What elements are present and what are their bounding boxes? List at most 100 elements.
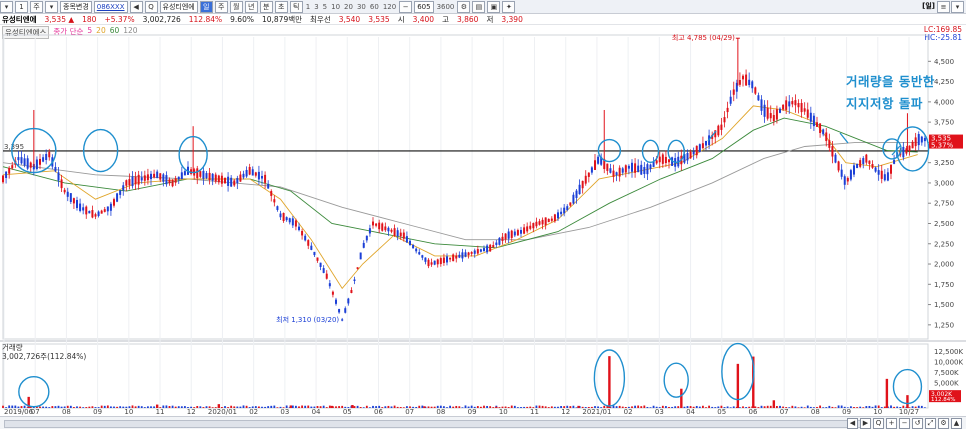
volume-bar-base xyxy=(538,405,541,408)
volume-bar-base xyxy=(362,407,365,408)
candle-body xyxy=(174,178,177,183)
x-tick-label: 03 xyxy=(280,408,289,416)
candle-body xyxy=(637,165,640,173)
candle-body xyxy=(29,162,32,168)
volume-bar-base xyxy=(119,406,122,408)
fit-icon[interactable]: ⤢ xyxy=(925,418,936,429)
candle-body xyxy=(285,217,288,221)
annotation-line-1: 거래량을 동반한 xyxy=(846,74,935,89)
volume-bar-base xyxy=(421,405,424,408)
volume-bar-base xyxy=(63,406,66,408)
candle-body xyxy=(658,156,661,163)
candle-body xyxy=(538,221,541,225)
candle-body xyxy=(831,146,834,157)
volume-bar-base xyxy=(486,405,488,408)
volume-bar-base xyxy=(23,405,26,408)
annotation-circle xyxy=(18,376,50,408)
volume-bar-base xyxy=(14,405,17,408)
volume-bar-base xyxy=(624,406,627,408)
volume-bar-base xyxy=(177,406,180,408)
candle-body xyxy=(782,104,785,110)
volume-bar-base xyxy=(264,406,266,408)
volume-bar-base xyxy=(464,405,467,408)
candle-body xyxy=(23,158,26,166)
volume-bar-base xyxy=(615,406,618,408)
candle-body xyxy=(20,157,23,164)
candle-body xyxy=(211,173,214,181)
volume-bar-base xyxy=(54,406,57,408)
x-tick-label: 12 xyxy=(187,408,196,416)
volume-bar-base xyxy=(103,405,106,408)
volume-bar-base xyxy=(39,406,41,408)
volume-bar-base xyxy=(436,405,439,408)
volume-bar-base xyxy=(828,405,831,408)
volume-bar-base xyxy=(193,407,196,408)
candle-body xyxy=(834,154,837,163)
scroll-left-icon[interactable]: ◀ xyxy=(847,418,858,429)
volume-bar-base xyxy=(686,406,689,408)
volume-bar-base xyxy=(914,406,917,408)
price-chart[interactable]: 1,250 1,500 1,750 2,000 2,250 2,500 2,750 3,000… xyxy=(0,0,966,416)
zoom-out-icon[interactable]: − xyxy=(899,418,910,429)
scroll-right-icon[interactable]: ▶ xyxy=(860,418,871,429)
candle-body xyxy=(695,145,698,156)
candle-body xyxy=(276,206,279,210)
candle-body xyxy=(883,174,886,181)
candle-body xyxy=(254,172,257,176)
volume-bar-base xyxy=(705,407,707,408)
candle-body xyxy=(35,159,38,170)
volume-bar-base xyxy=(489,406,492,408)
volume-bar-base xyxy=(868,405,871,408)
horizontal-scrollbar[interactable] xyxy=(4,420,866,428)
candle-body xyxy=(455,255,458,259)
volume-bar-base xyxy=(245,405,248,408)
candle-body xyxy=(248,166,251,175)
reset-icon[interactable]: ↺ xyxy=(912,418,923,429)
candle-body xyxy=(282,212,285,222)
volume-bar-base xyxy=(205,406,208,408)
candle-body xyxy=(803,108,806,112)
candle-body xyxy=(446,256,448,263)
x-tick-label: 07 xyxy=(31,408,40,416)
candle-body xyxy=(384,226,387,231)
candle-body xyxy=(544,217,547,226)
candle-body xyxy=(140,177,143,181)
candle-body xyxy=(85,206,88,215)
volume-bar-base xyxy=(125,406,128,408)
candle-body xyxy=(26,158,29,169)
candle-body xyxy=(458,254,461,258)
candle-body xyxy=(624,165,627,173)
volume-bar-base xyxy=(42,406,44,408)
x-tick-label: 06 xyxy=(749,408,758,416)
zoom-in-icon[interactable]: + xyxy=(886,418,897,429)
volume-bar-base xyxy=(877,405,880,408)
volume-bar-base xyxy=(665,406,667,408)
collapse-icon[interactable]: ▲ xyxy=(951,418,962,429)
volume-bar-base xyxy=(554,406,556,408)
volume-bar xyxy=(608,356,611,408)
volume-bar-base xyxy=(597,406,599,408)
volume-bar-base xyxy=(110,406,112,408)
volume-bar-base xyxy=(717,406,720,408)
volume-bar-base xyxy=(763,406,766,408)
candle-body xyxy=(791,101,794,105)
candle-body xyxy=(692,151,695,155)
candle-body xyxy=(298,226,300,231)
volume-bar-base xyxy=(88,406,91,408)
y-tick-label: 3,250 xyxy=(934,159,954,167)
volume-bar-base xyxy=(190,406,192,408)
candle-body xyxy=(134,176,137,185)
candle-body xyxy=(772,115,775,122)
zoom-icon[interactable]: Q xyxy=(873,418,884,429)
volume-bar-base xyxy=(837,405,840,408)
candle-body xyxy=(402,232,405,239)
volume-tick-label: 7,500K xyxy=(934,369,959,377)
options-icon[interactable]: ⚙ xyxy=(938,418,949,429)
volume-bar-base xyxy=(187,407,189,408)
volume-bar-base xyxy=(473,406,476,408)
volume-bar-base xyxy=(224,406,226,408)
volume-legend: 거래량 3,002,726주(112.84%) xyxy=(2,343,86,361)
candle-body xyxy=(495,242,498,245)
volume-bar-base xyxy=(714,407,717,408)
volume-bar-base xyxy=(270,405,273,408)
